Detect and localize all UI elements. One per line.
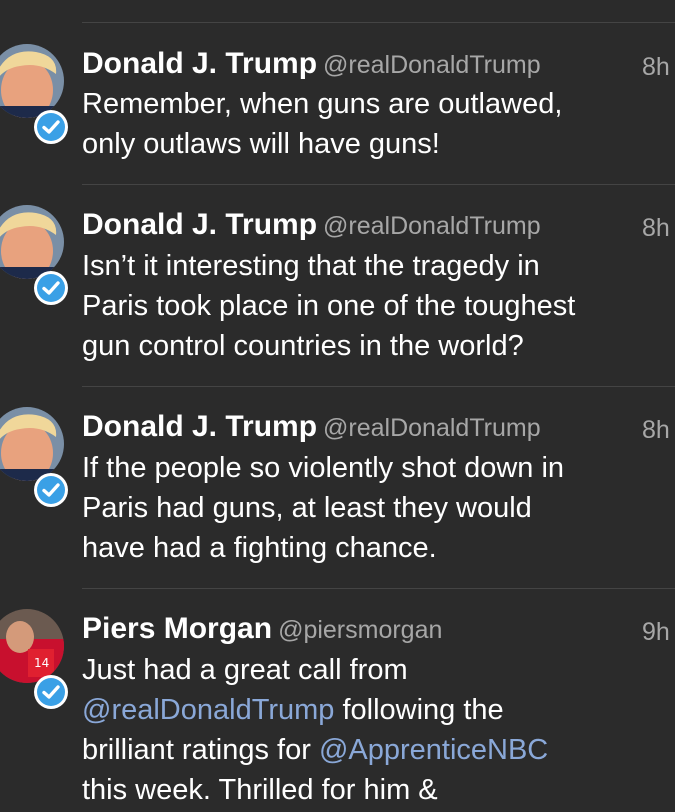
verified-badge-icon: [34, 675, 68, 709]
timestamp: 8h: [642, 214, 670, 242]
verified-badge-icon: [34, 110, 68, 144]
tweet-header: Donald J. Trump @realDonaldTrump 8h: [82, 47, 675, 87]
avatar[interactable]: [0, 205, 64, 279]
tweet-header: Piers Morgan @piersmorgan 9h: [82, 612, 675, 652]
mention-link[interactable]: @ApprenticeNBC: [319, 734, 548, 766]
author-name[interactable]: Donald J. Trump: [82, 208, 317, 241]
tweet-text: Just had a great call from @realDonaldTr…: [82, 650, 671, 810]
tweet-header: Donald J. Trump @realDonaldTrump 8h: [82, 410, 675, 450]
svg-text:14: 14: [34, 656, 49, 670]
mention-link[interactable]: @realDonaldTrump: [82, 694, 334, 726]
tweet-divider: [82, 22, 675, 23]
author-name[interactable]: Donald J. Trump: [82, 410, 317, 443]
author-handle[interactable]: @realDonaldTrump: [323, 212, 541, 240]
author-handle[interactable]: @realDonaldTrump: [323, 414, 541, 442]
tweet-text: Remember, when guns are outlawed, only o…: [82, 88, 563, 160]
timestamp: 8h: [642, 53, 670, 81]
author-handle[interactable]: @piersmorgan: [278, 616, 442, 644]
tweet-divider: [82, 184, 675, 185]
tweet-text: Isn’t it interesting that the tragedy in…: [82, 250, 576, 362]
tweet-divider: [82, 588, 675, 589]
avatar[interactable]: 14: [0, 609, 64, 683]
tweet-text: If the people so violently shot down in …: [82, 452, 565, 564]
timestamp: 9h: [642, 618, 670, 646]
author-name[interactable]: Piers Morgan: [82, 612, 272, 645]
tweet-text-part: this week. Thrilled for him &: [82, 774, 438, 806]
avatar[interactable]: [0, 44, 64, 118]
tweet-divider: [82, 386, 675, 387]
verified-badge-icon: [34, 271, 68, 305]
tweet-text-part: Just had a great call from: [82, 654, 408, 686]
timestamp: 8h: [642, 416, 670, 444]
author-handle[interactable]: @realDonaldTrump: [323, 51, 541, 79]
avatar[interactable]: [0, 407, 64, 481]
verified-badge-icon: [34, 473, 68, 507]
tweet-header: Donald J. Trump @realDonaldTrump 8h: [82, 208, 675, 248]
author-name[interactable]: Donald J. Trump: [82, 47, 317, 80]
